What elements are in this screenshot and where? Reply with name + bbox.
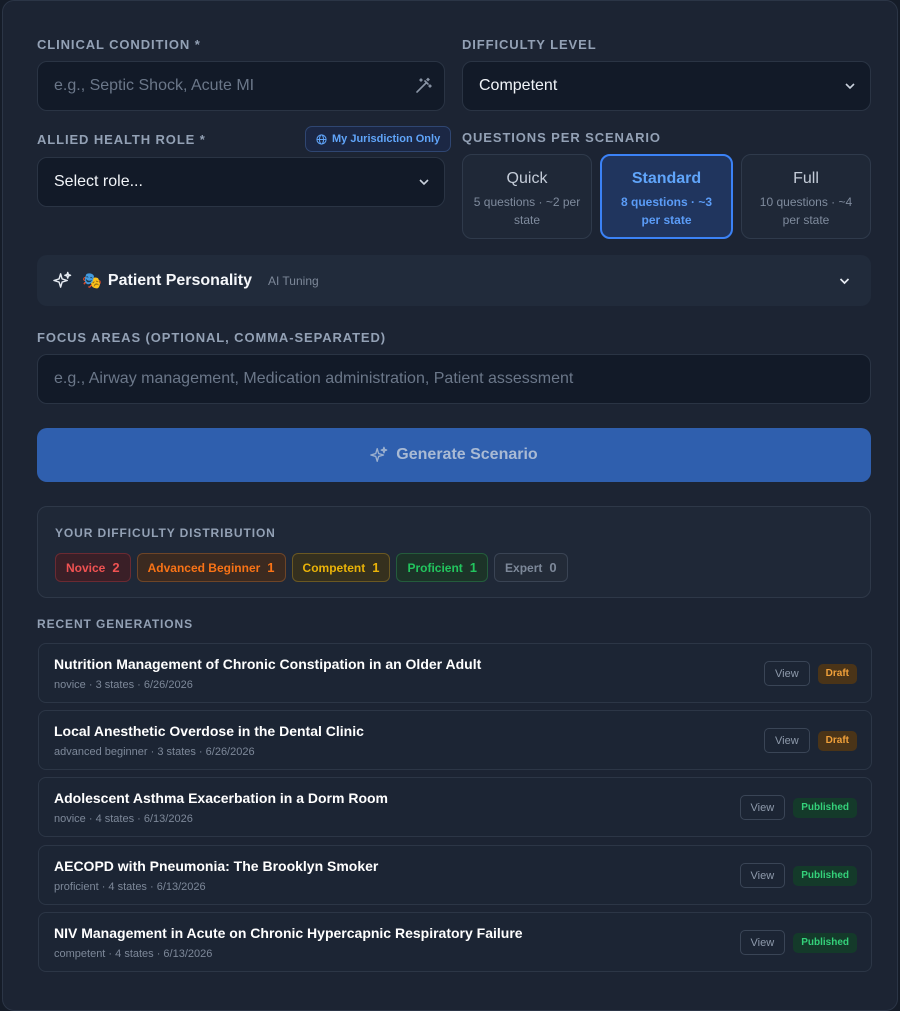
- personality-title: Patient Personality: [107, 271, 252, 289]
- recent-item-title: NIV Management in Acute on Chronic Hyper…: [54, 925, 523, 941]
- view-button[interactable]: View: [739, 863, 786, 888]
- ai-tuning-tag: AI Tuning: [267, 273, 319, 288]
- recent-item-meta: novice · 3 states · 6/26/2026: [54, 679, 193, 691]
- recent-item[interactable]: Local Anesthetic Overdose in the Dental …: [38, 710, 872, 770]
- tag-count: 2: [112, 560, 120, 575]
- status-badge: Published: [793, 797, 857, 818]
- recent-item[interactable]: Adolescent Asthma Exacerbation in a Dorm…: [38, 777, 872, 837]
- status-badge: Published: [793, 932, 857, 953]
- focus-label: FOCUS AREAS (OPTIONAL, COMMA-SEPARATED): [37, 330, 387, 345]
- role-select[interactable]: Select role...: [37, 157, 445, 207]
- recent-item-actions: View Draft: [764, 661, 857, 686]
- option-subtitle: 8 questions · ~3 per state: [620, 195, 713, 227]
- status-badge: Draft: [817, 730, 857, 751]
- recent-item-actions: View Published: [739, 930, 857, 955]
- questions-option-quick[interactable]: Quick 5 questions · ~2 per state: [462, 154, 592, 239]
- tag-count: 0: [549, 560, 557, 575]
- role-label: ALLIED HEALTH ROLE *: [37, 132, 206, 147]
- theater-masks-icon: 🎭: [82, 272, 102, 290]
- recent-item-title: Nutrition Management of Chronic Constipa…: [54, 656, 482, 672]
- questions-label: QUESTIONS PER SCENARIO: [462, 130, 661, 145]
- globe-icon: [316, 133, 327, 145]
- status-badge: Published: [793, 865, 857, 886]
- tag-name: Expert: [505, 560, 543, 575]
- role-value: Select role...: [54, 173, 143, 190]
- recent-item-meta: competent · 4 states · 6/13/2026: [54, 948, 213, 960]
- recent-item-meta: advanced beginner · 3 states · 6/26/2026: [54, 746, 255, 758]
- recent-item-title: Adolescent Asthma Exacerbation in a Dorm…: [54, 790, 388, 806]
- tag-count: 1: [469, 560, 478, 575]
- condition-placeholder: e.g., Septic Shock, Acute MI: [54, 77, 255, 94]
- chevron-down-icon: [838, 272, 851, 290]
- recent-item[interactable]: AECOPD with Pneumonia: The Brooklyn Smok…: [38, 845, 872, 905]
- scenario-generator-panel: CLINICAL CONDITION * e.g., Septic Shock,…: [2, 0, 898, 1011]
- patient-personality-toggle[interactable]: 🎭 Patient Personality AI Tuning: [37, 255, 871, 306]
- view-button[interactable]: View: [739, 930, 786, 955]
- option-title: Quick: [506, 170, 548, 187]
- distribution-label: YOUR DIFFICULTY DISTRIBUTION: [55, 526, 276, 540]
- tag-name: Novice: [66, 560, 106, 575]
- sparkles-icon: [370, 446, 388, 464]
- chevron-down-icon: [844, 77, 856, 95]
- generate-label: Generate Scenario: [396, 446, 538, 463]
- recent-item-title: AECOPD with Pneumonia: The Brooklyn Smok…: [54, 858, 379, 874]
- recent-item-title: Local Anesthetic Overdose in the Dental …: [54, 723, 364, 739]
- difficulty-value: Competent: [479, 77, 558, 94]
- condition-label: CLINICAL CONDITION *: [37, 37, 201, 52]
- recent-item-meta: novice · 4 states · 6/13/2026: [54, 813, 193, 825]
- view-button[interactable]: View: [764, 728, 810, 753]
- recent-label: RECENT GENERATIONS: [37, 617, 193, 631]
- tag-name: Proficient: [407, 560, 463, 575]
- tag-count: 1: [267, 560, 275, 575]
- recent-item[interactable]: Nutrition Management of Chronic Constipa…: [38, 643, 872, 703]
- jurisdiction-toggle[interactable]: My Jurisdiction Only: [305, 126, 452, 152]
- recent-item-meta: proficient · 4 states · 6/13/2026: [54, 881, 206, 893]
- condition-input[interactable]: e.g., Septic Shock, Acute MI: [37, 61, 445, 111]
- focus-placeholder: e.g., Airway management, Medication admi…: [54, 370, 574, 387]
- tag-expert: Expert 0: [494, 553, 568, 582]
- option-subtitle: 10 questions · ~4 per state: [759, 195, 853, 227]
- difficulty-label: DIFFICULTY LEVEL: [462, 37, 597, 52]
- tag-proficient: Proficient 1: [396, 553, 489, 582]
- option-title: Full: [793, 170, 819, 187]
- option-subtitle: 5 questions · ~2 per state: [473, 195, 581, 227]
- distribution-tags: Novice 2 Advanced Beginner 1 Competent 1 Pr…: [55, 553, 574, 582]
- magic-wand-icon[interactable]: [414, 77, 432, 100]
- view-button[interactable]: View: [764, 661, 810, 686]
- jurisdiction-label: My Jurisdiction Only: [332, 133, 441, 145]
- tag-novice: Novice 2: [55, 553, 131, 582]
- tag-name: Competent: [302, 560, 366, 575]
- tag-name: Advanced Beginner: [147, 560, 261, 575]
- chevron-down-icon: [418, 173, 430, 191]
- tag-advanced-beginner: Advanced Beginner 1: [136, 553, 286, 582]
- generate-scenario-button[interactable]: Generate Scenario: [37, 428, 871, 482]
- difficulty-distribution-card: YOUR DIFFICULTY DISTRIBUTION Novice 2 Adv…: [37, 506, 871, 598]
- recent-item-actions: View Draft: [764, 728, 857, 753]
- sparkles-icon: [53, 271, 72, 290]
- recent-item-actions: View Published: [739, 795, 857, 820]
- tag-competent: Competent 1: [291, 553, 391, 582]
- recent-item[interactable]: NIV Management in Acute on Chronic Hyper…: [38, 912, 872, 972]
- view-button[interactable]: View: [739, 795, 786, 820]
- option-title: Standard: [631, 170, 702, 187]
- focus-areas-input[interactable]: e.g., Airway management, Medication admi…: [37, 354, 871, 404]
- status-badge: Draft: [817, 663, 857, 684]
- questions-option-full[interactable]: Full 10 questions · ~4 per state: [741, 154, 871, 239]
- recent-item-actions: View Published: [739, 863, 857, 888]
- questions-option-standard[interactable]: Standard 8 questions · ~3 per state: [600, 154, 733, 239]
- tag-count: 1: [372, 560, 380, 575]
- difficulty-select[interactable]: Competent: [462, 61, 871, 111]
